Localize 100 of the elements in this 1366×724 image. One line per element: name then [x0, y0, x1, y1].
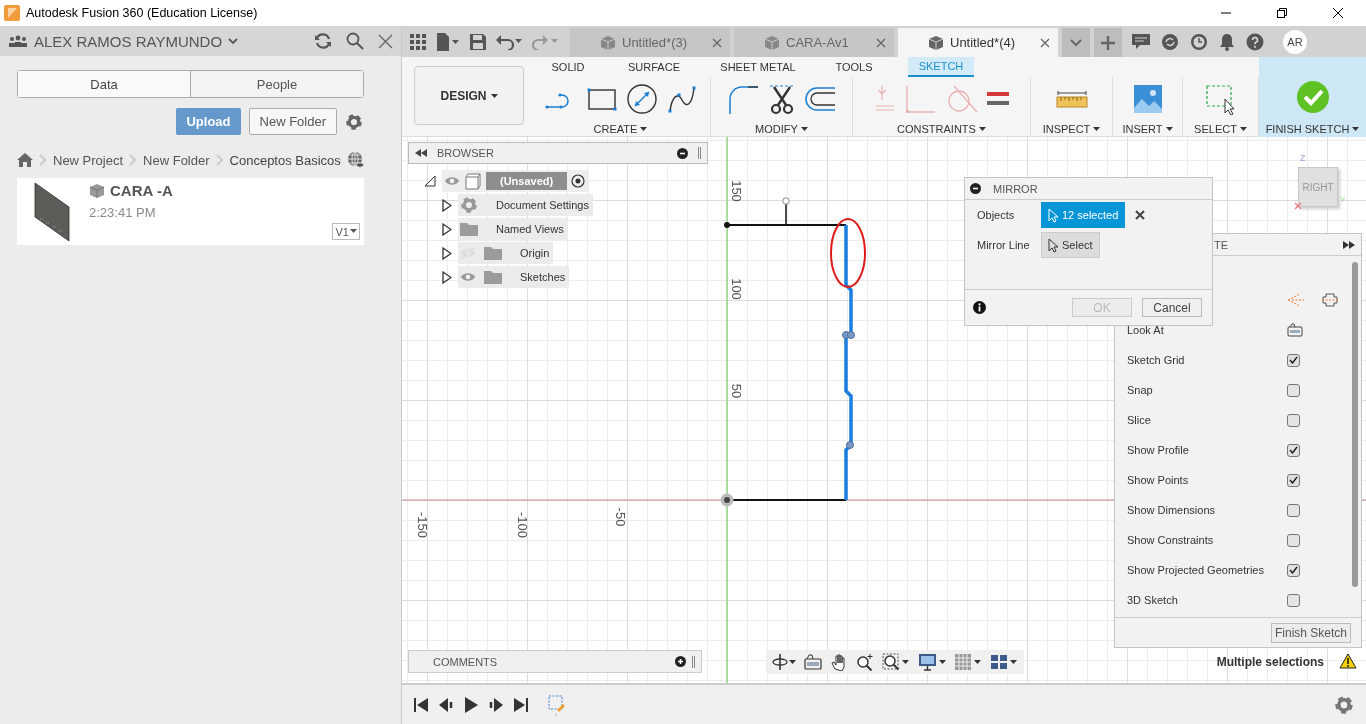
sketch-line[interactable] [785, 203, 787, 226]
zoom-icon[interactable] [856, 653, 874, 671]
ribbon-tab[interactable]: TOOLS [813, 57, 895, 77]
browser-item[interactable]: Origin [458, 242, 554, 264]
checkmark-icon[interactable] [1295, 80, 1330, 114]
browser-item[interactable]: Document Settings [458, 194, 593, 216]
finish-sketch-button[interactable]: Finish Sketch [1270, 622, 1351, 643]
group-menu[interactable]: FINISH SKETCH [1265, 123, 1360, 135]
job-status-icon[interactable] [1161, 32, 1179, 51]
offset-icon[interactable] [803, 86, 836, 112]
panel-tab[interactable]: People [190, 71, 363, 97]
refresh-icon[interactable] [314, 33, 332, 49]
display-icon[interactable] [918, 653, 946, 671]
ribbon-tab[interactable]: SOLID [531, 57, 605, 77]
file-card[interactable]: CARA -A 2:23:41 PM V1 [17, 178, 364, 245]
help-icon[interactable] [1246, 32, 1264, 51]
scrollbar[interactable] [1352, 262, 1358, 587]
panel-tab[interactable]: Data [18, 71, 190, 97]
cancel-button[interactable]: Cancel [1142, 298, 1202, 317]
globe-icon[interactable] [346, 151, 365, 169]
collapse-icon[interactable] [415, 149, 427, 157]
orbit-icon[interactable] [772, 653, 796, 671]
browser-header[interactable]: BROWSER [408, 142, 708, 164]
collapse-icon[interactable] [970, 183, 981, 194]
document-tab[interactable]: Untitled*(4) [898, 28, 1058, 57]
version-dropdown[interactable]: V1 [331, 223, 360, 240]
file-name[interactable]: CARA -A [110, 182, 173, 199]
settings-icon[interactable] [1334, 694, 1354, 715]
expand-triangle-icon[interactable] [442, 198, 452, 212]
warning-icon[interactable] [1339, 653, 1357, 669]
checkbox[interactable] [1287, 353, 1300, 367]
new-tab-button[interactable] [1094, 28, 1122, 57]
group-menu[interactable]: INSPECT [1042, 123, 1101, 135]
user-avatar[interactable]: AR [1283, 29, 1307, 54]
selection-box-icon[interactable] [1204, 83, 1237, 115]
sketch-point[interactable] [724, 222, 730, 228]
scissors-icon[interactable] [767, 83, 796, 115]
chevron-down-icon[interactable] [228, 37, 239, 45]
minimize-icon[interactable] [677, 147, 688, 159]
group-menu[interactable]: CONSTRAINTS [897, 123, 986, 135]
last-icon[interactable] [513, 696, 529, 713]
group-menu[interactable]: MODIFY [755, 123, 808, 135]
look-at-icon[interactable] [804, 654, 822, 670]
tab-list-button[interactable] [1062, 28, 1090, 57]
previous-icon[interactable] [438, 696, 454, 713]
checkbox[interactable] [1287, 503, 1300, 517]
ribbon-tab[interactable]: SHEET METAL [703, 57, 813, 77]
target-icon[interactable] [571, 174, 586, 188]
comments-panel[interactable]: COMMENTS [408, 650, 702, 673]
clock-icon[interactable] [1190, 32, 1208, 51]
workspace-dropdown[interactable]: DESIGN [414, 66, 524, 125]
zoom-window-icon[interactable] [882, 653, 910, 671]
expand-triangle-icon[interactable] [442, 222, 452, 236]
ruler-icon[interactable] [1055, 89, 1088, 109]
drag-handle-icon[interactable] [698, 147, 701, 159]
play-icon[interactable] [463, 696, 479, 713]
circle-icon[interactable] [625, 83, 658, 115]
expand-triangle-icon[interactable] [442, 270, 452, 284]
document-tab[interactable]: Untitled*(3) [570, 28, 730, 57]
checkbox[interactable] [1287, 563, 1300, 577]
selected-profile[interactable] [844, 225, 853, 500]
file-icon[interactable] [436, 32, 460, 51]
expanded-triangle-icon[interactable] [424, 175, 436, 187]
bell-icon[interactable] [1219, 32, 1235, 51]
breadcrumb-link[interactable]: New Folder [143, 152, 210, 168]
checkbox[interactable] [1287, 533, 1300, 547]
save-icon[interactable] [470, 33, 486, 50]
ribbon-tab[interactable]: SURFACE [605, 57, 703, 77]
eye-icon[interactable] [460, 270, 476, 284]
expand-icon[interactable] [1343, 240, 1355, 249]
next-icon[interactable] [488, 696, 504, 713]
checkbox[interactable] [1287, 413, 1300, 427]
first-icon[interactable] [413, 696, 429, 713]
search-icon[interactable] [346, 32, 364, 50]
checkbox[interactable] [1287, 593, 1300, 607]
selection-button[interactable]: Select [1041, 232, 1100, 258]
group-menu[interactable]: SELECT [1194, 123, 1247, 135]
settings-icon[interactable] [345, 112, 363, 131]
slot-icon[interactable] [1321, 292, 1339, 308]
add-icon[interactable] [675, 656, 686, 667]
pan-hand-icon[interactable] [830, 653, 848, 671]
browser-item[interactable]: Sketches [458, 266, 570, 288]
viewports-icon[interactable] [990, 653, 1018, 671]
image-icon[interactable] [1132, 84, 1163, 114]
maximize-icon[interactable] [1277, 8, 1287, 18]
checkbox[interactable] [1287, 443, 1300, 457]
browser-item[interactable]: Named Views [458, 218, 568, 240]
chat-icon[interactable] [1132, 33, 1150, 50]
eye-icon[interactable] [444, 174, 460, 188]
close-icon[interactable] [1333, 8, 1343, 18]
origin-point[interactable] [720, 493, 734, 507]
grid-icon[interactable] [954, 653, 982, 671]
group-menu[interactable]: INSERT [1122, 123, 1173, 135]
info-icon[interactable] [973, 301, 986, 314]
breadcrumb-link[interactable]: Conceptos Basicos [229, 152, 341, 168]
breadcrumb-link[interactable]: New Project [53, 152, 124, 168]
look-at-icon[interactable] [1287, 323, 1303, 337]
expand-triangle-icon[interactable] [442, 246, 452, 260]
home-icon[interactable] [17, 153, 33, 167]
apps-grid-icon[interactable] [410, 33, 426, 50]
